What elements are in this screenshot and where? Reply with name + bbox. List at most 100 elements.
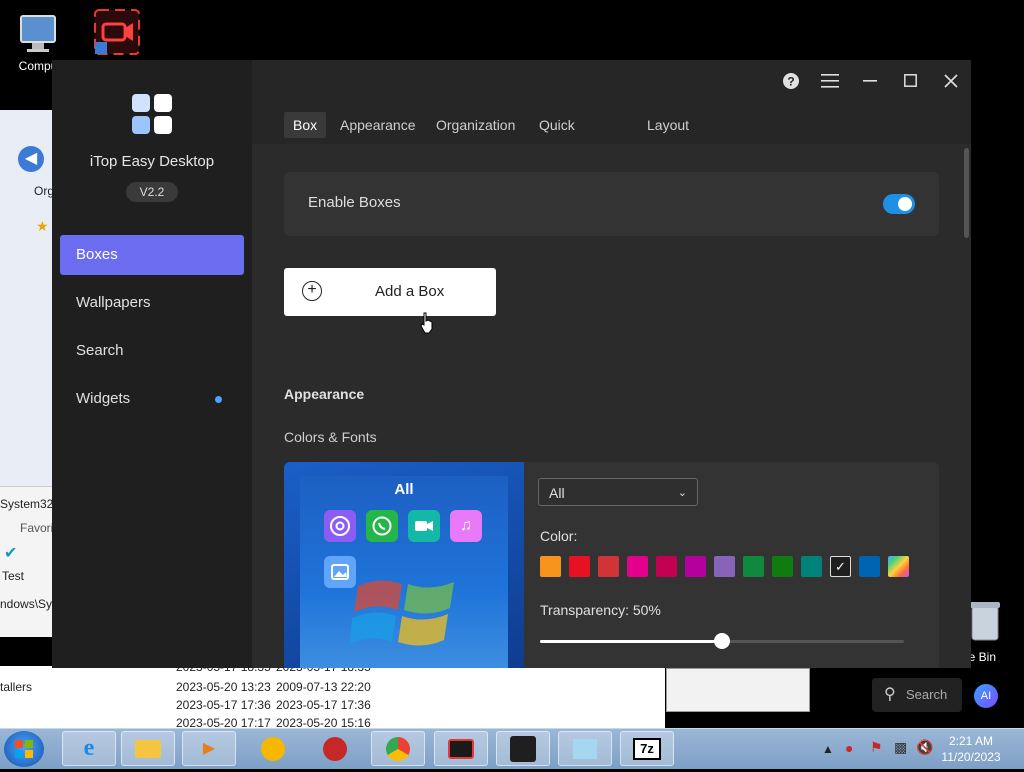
preview-box: All ♫ (300, 476, 508, 668)
back-button[interactable]: ◀ (18, 146, 44, 172)
box-select-dropdown[interactable]: All ⌄ (538, 478, 698, 506)
svg-text:?: ? (787, 75, 794, 89)
chevron-down-icon: ⌄ (677, 487, 687, 499)
box-preview: All ♫ (284, 462, 524, 668)
background-file-list: 2023-05-17 18:35 2023-05-17 18:35 taller… (0, 660, 665, 730)
app-icon (323, 736, 347, 761)
taskbar-internet-explorer[interactable]: e (62, 731, 116, 766)
taskbar-clock[interactable]: 2:21 AM 11/20/2023 (936, 733, 1006, 765)
app-icon (261, 736, 285, 761)
slider-handle[interactable] (714, 633, 730, 649)
transparency-slider[interactable] (540, 633, 904, 649)
sidebar-item-widgets[interactable]: Widgets (60, 379, 244, 419)
ai-badge[interactable]: AI (974, 684, 998, 708)
color-swatch[interactable] (627, 556, 648, 577)
color-swatch[interactable] (656, 556, 677, 577)
background-explorer-window: ◀ Org ★ (0, 110, 58, 510)
tray-expand-icon[interactable]: ▲ (822, 742, 834, 756)
whatsapp-icon (366, 510, 398, 542)
list-item[interactable]: 2023-05-17 17:36 2023-05-17 17:36 (0, 698, 660, 714)
address-fragment: ndows\Sys (0, 597, 59, 611)
add-box-button[interactable]: + Add a Box (284, 268, 496, 316)
color-swatch[interactable] (598, 556, 619, 577)
taskbar-chrome[interactable] (371, 731, 425, 766)
action-center-icon[interactable]: ⚑ (870, 739, 883, 756)
menu-icon[interactable] (815, 66, 845, 96)
tray-app-icon[interactable]: ● (845, 740, 853, 756)
color-swatch[interactable] (859, 556, 880, 577)
preview-title: All (394, 481, 414, 498)
test-label[interactable]: Test (2, 569, 24, 583)
folder-icon (135, 739, 161, 758)
desktop-icon-recycle-bin[interactable]: cle Bin (960, 596, 1024, 666)
screen-recorder-icon (94, 9, 140, 55)
tab-quick-actions[interactable]: Quick Actions (530, 112, 594, 159)
color-swatch[interactable] (772, 556, 793, 577)
sidebar-item-label: Wallpapers (76, 294, 151, 311)
plus-circle-icon: + (302, 281, 322, 301)
sidebar: iTop Easy Desktop V2.2 Boxes Wallpapers … (52, 60, 252, 668)
computer-icon (20, 15, 56, 52)
network-icon[interactable]: ▩ (894, 739, 907, 756)
taskbar-file-explorer[interactable] (121, 731, 175, 766)
desktop-search-widget[interactable]: ⚲ Search (872, 678, 962, 712)
transparency-label: Transparency: 50% (540, 602, 661, 618)
clock-date: 11/20/2023 (941, 750, 1001, 764)
color-swatch[interactable] (714, 556, 735, 577)
sidebar-item-wallpapers[interactable]: Wallpapers (60, 283, 244, 323)
main-content: Enable Boxes + Add a Box Appearance Colo… (252, 144, 971, 668)
tab-organization[interactable]: Organization (427, 112, 524, 138)
search-icon: ⚲ (884, 686, 896, 703)
color-swatch[interactable] (540, 556, 561, 577)
windows-start-icon (15, 740, 33, 758)
tab-box[interactable]: Box (284, 112, 327, 138)
sidebar-item-label: Widgets (76, 390, 131, 407)
color-swatch[interactable] (888, 556, 909, 577)
maximize-icon[interactable] (895, 66, 925, 96)
chrome-icon (386, 736, 410, 761)
color-swatch[interactable] (685, 556, 706, 577)
sidebar-item-search[interactable]: Search (60, 331, 244, 371)
favorites-fragment: Favori (20, 521, 54, 535)
color-swatch[interactable]: ✓ (830, 556, 851, 577)
close-icon[interactable] (936, 66, 966, 96)
color-swatch[interactable] (743, 556, 764, 577)
background-panel (666, 668, 810, 712)
internet-explorer-icon: e (83, 735, 95, 761)
start-button[interactable] (4, 731, 44, 767)
taskbar-itop-easy-desktop[interactable] (496, 731, 550, 766)
color-swatch[interactable] (569, 556, 590, 577)
chrome-icon (324, 510, 356, 542)
music-icon: ♫ (450, 510, 482, 542)
minimize-icon[interactable] (855, 66, 885, 96)
list-item[interactable]: tallers 2023-05-20 13:23 2009-07-13 22:2… (0, 680, 660, 696)
taskbar-app-9[interactable] (558, 731, 612, 766)
sidebar-item-label: Boxes (76, 246, 118, 263)
scrollbar[interactable] (964, 148, 969, 238)
taskbar-screen-recorder[interactable] (434, 731, 488, 766)
taskbar-app-5[interactable] (308, 731, 362, 766)
help-icon[interactable]: ? (776, 66, 806, 96)
app-icon (573, 738, 597, 759)
sidebar-item-label: Search (76, 342, 124, 359)
app-title: iTop Easy Desktop (89, 153, 215, 170)
app-logo-icon (132, 94, 172, 134)
enable-boxes-toggle[interactable] (883, 194, 915, 214)
7zip-icon: 7z (633, 737, 661, 760)
color-swatch[interactable] (801, 556, 822, 577)
enable-boxes-card: Enable Boxes (284, 172, 939, 236)
color-label: Color: (540, 528, 578, 544)
taskbar-7zip[interactable]: 7z (620, 731, 674, 766)
taskbar-app-4[interactable] (246, 731, 300, 766)
screen-recorder-icon (448, 738, 474, 759)
app-window: iTop Easy Desktop V2.2 Boxes Wallpapers … (52, 60, 971, 668)
add-box-label: Add a Box (375, 283, 445, 300)
photos-icon (324, 556, 356, 588)
clock-time: 2:21 AM (948, 734, 994, 748)
tab-appearance[interactable]: Appearance (331, 112, 425, 138)
sidebar-item-boxes[interactable]: Boxes (60, 235, 244, 275)
desktop-icon-screen-recorder[interactable] (92, 8, 142, 59)
volume-muted-icon[interactable]: 🔇 (916, 739, 933, 756)
tab-layout[interactable]: Layout (638, 112, 698, 138)
taskbar-media-player[interactable]: ▶ (182, 731, 236, 766)
